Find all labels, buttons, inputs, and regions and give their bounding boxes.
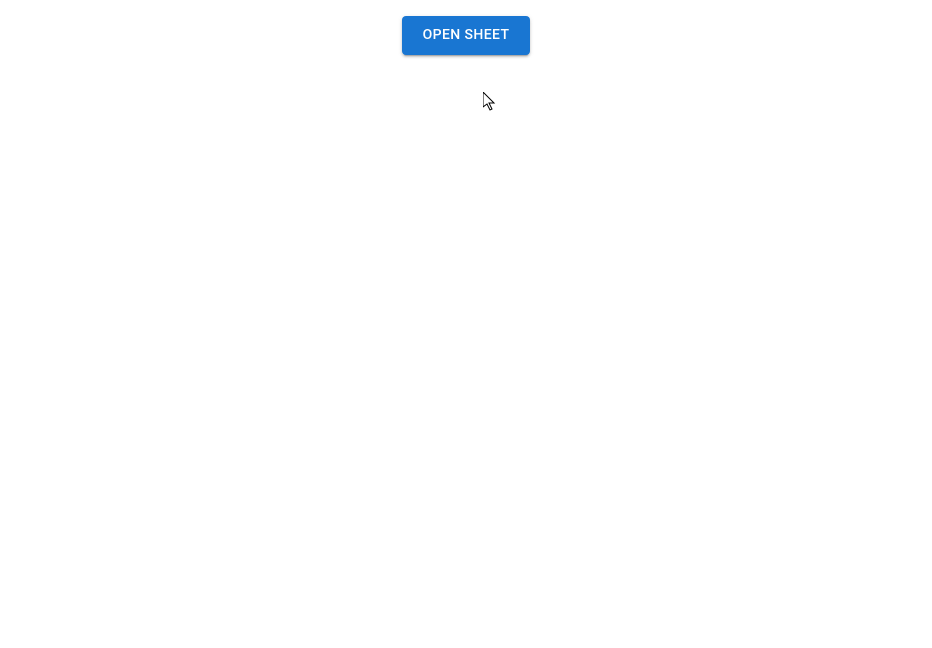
open-sheet-button[interactable]: Open sheet bbox=[402, 16, 531, 55]
cursor-icon bbox=[483, 92, 499, 112]
main-container: Open sheet bbox=[0, 0, 932, 55]
